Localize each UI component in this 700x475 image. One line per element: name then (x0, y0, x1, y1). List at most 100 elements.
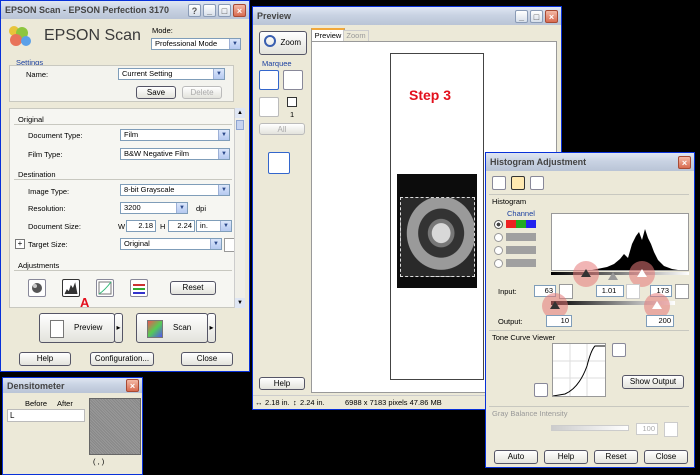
image-type-select[interactable]: 8-bit Grayscale ▼ (120, 184, 230, 196)
show-output-button[interactable]: Show Output (622, 375, 684, 389)
unsharp-mask-icon[interactable] (28, 279, 46, 297)
input-gamma-field[interactable]: 1.01 (596, 285, 624, 297)
scan-dropdown-button[interactable]: ▸ (207, 313, 216, 343)
scroll-up-icon[interactable]: ▲ (235, 108, 245, 118)
gray-balance-slider[interactable] (551, 425, 629, 431)
target-size-select[interactable]: Original ▼ (120, 238, 222, 250)
copy-marquee-icon[interactable] (283, 70, 303, 90)
image-adjustment-icon[interactable] (130, 279, 148, 297)
channel-green[interactable] (494, 245, 544, 255)
histogram-mode-2-icon[interactable] (511, 176, 525, 190)
input-gamma-slider[interactable] (608, 272, 618, 282)
highlight-eyedropper-icon[interactable] (675, 284, 689, 299)
preview-button[interactable]: Preview (39, 313, 115, 343)
settings-scrollbar[interactable]: ▲ ▼ (234, 108, 245, 308)
delete-button[interactable]: Delete (182, 86, 222, 99)
preview-titlebar[interactable]: Preview _ □ × (253, 7, 561, 25)
densitometer-titlebar[interactable]: Densitometer × (3, 378, 142, 393)
histogram-adjustment-icon[interactable] (62, 279, 80, 297)
resolution-select[interactable]: 3200 ▼ (120, 202, 188, 214)
histogram-titlebar[interactable]: Histogram Adjustment × (486, 153, 694, 171)
preview-dropdown-button[interactable]: ▸ (114, 313, 123, 343)
mode-select[interactable]: Professional Mode ▼ (151, 38, 241, 50)
histogram-reset-button[interactable]: Reset (594, 450, 638, 464)
scan-icon (147, 320, 163, 338)
minimize-icon[interactable]: _ (203, 3, 216, 17)
close-icon[interactable]: × (126, 379, 139, 392)
channel-rgb[interactable] (494, 219, 544, 229)
tone-curve-expand-icon[interactable] (612, 343, 626, 357)
histogram-close-button[interactable]: Close (644, 450, 688, 464)
coordinates-label: ( , ) (93, 457, 105, 466)
help-button[interactable]: Help (19, 352, 71, 366)
help-icon[interactable]: ? (188, 3, 201, 17)
width-input[interactable]: 2.18 (126, 220, 156, 232)
tab-zoom-label: Zoom (346, 31, 366, 40)
channel-blue[interactable] (494, 258, 544, 268)
tab-preview-label: Preview (314, 31, 342, 40)
tab-zoom[interactable]: Zoom (343, 30, 369, 41)
magnifier-icon (264, 35, 276, 47)
unit-value: in. (200, 221, 208, 230)
all-button[interactable]: All (259, 123, 305, 135)
gray-eyedropper-icon[interactable] (626, 284, 640, 299)
epson-scan-window: EPSON Scan - EPSON Perfection 3170 ? _ □… (0, 0, 250, 372)
scroll-thumb[interactable] (236, 120, 244, 130)
save-button[interactable]: Save (136, 86, 176, 99)
scroll-down-icon[interactable]: ▼ (235, 298, 245, 308)
target-size-value: Original (124, 239, 150, 248)
scan-settings-panel: Original Document Type: Film ▼ Film Type:… (9, 108, 244, 310)
close-icon[interactable]: × (233, 3, 246, 17)
unit-select[interactable]: in. ▼ (196, 220, 232, 232)
image-type-label: Image Type: (28, 187, 70, 196)
output-shadow-field[interactable]: 10 (546, 315, 572, 327)
rgb-swatch (506, 220, 536, 228)
scan-button-label: Scan (173, 323, 192, 332)
epson-titlebar[interactable]: EPSON Scan - EPSON Perfection 3170 ? _ □… (1, 1, 249, 19)
document-type-select[interactable]: Film ▼ (120, 129, 230, 141)
preview-help-button[interactable]: Help (259, 377, 305, 390)
film-type-select[interactable]: B&W Negative Film ▼ (120, 148, 230, 160)
gray-balance-field[interactable]: 100 (636, 423, 658, 435)
histogram-help-button[interactable]: Help (544, 450, 588, 464)
blue-swatch (506, 259, 536, 267)
zoom-button[interactable]: Zoom (259, 31, 307, 55)
slider-white-icon (652, 301, 662, 309)
chevron-down-icon: ▼ (229, 39, 240, 49)
configuration-button[interactable]: Configuration... (90, 352, 154, 366)
auto-button[interactable]: Auto (494, 450, 538, 464)
close-button[interactable]: Close (181, 352, 233, 366)
dpi-label: dpi (196, 204, 207, 213)
width-label: W (118, 222, 126, 231)
scan-button[interactable]: Scan (136, 313, 208, 343)
delete-marquee-icon[interactable] (259, 97, 279, 117)
chevron-down-icon: ▼ (220, 221, 231, 231)
film-frame-photo (400, 197, 475, 277)
channel-red[interactable] (494, 232, 544, 242)
tone-curve-label: Tone Curve Viewer (492, 333, 556, 342)
maximize-icon[interactable]: □ (218, 3, 231, 17)
minimize-icon[interactable]: _ (515, 9, 528, 23)
histogram-curve (592, 229, 678, 270)
input-shadow-slider[interactable] (573, 261, 599, 287)
expand-target-size-icon[interactable]: + (15, 239, 25, 249)
adjustments-reset-button[interactable]: Reset (170, 281, 216, 295)
status-width: 2.18 in. (265, 398, 290, 407)
close-icon[interactable]: × (545, 9, 558, 23)
channel-label: Channel (507, 209, 535, 218)
tone-curve-reset-icon[interactable] (534, 383, 548, 397)
gray-eyedropper-icon-2[interactable] (664, 422, 678, 437)
histogram-mode-1-icon[interactable] (492, 176, 506, 190)
name-select[interactable]: Current Setting ▼ (118, 68, 225, 80)
create-marquee-icon[interactable] (259, 70, 279, 90)
close-icon[interactable]: × (678, 155, 691, 169)
chevron-down-icon: ▼ (210, 239, 221, 249)
densitometer-icon[interactable] (268, 152, 290, 174)
document-type-label: Document Type: (28, 131, 83, 140)
tone-correction-icon[interactable] (96, 279, 114, 297)
tab-preview[interactable]: Preview (311, 28, 345, 42)
maximize-icon[interactable]: □ (530, 9, 543, 23)
height-input[interactable]: 2.24 (168, 220, 195, 232)
output-highlight-field[interactable]: 200 (646, 315, 674, 327)
histogram-mode-3-icon[interactable] (530, 176, 544, 190)
